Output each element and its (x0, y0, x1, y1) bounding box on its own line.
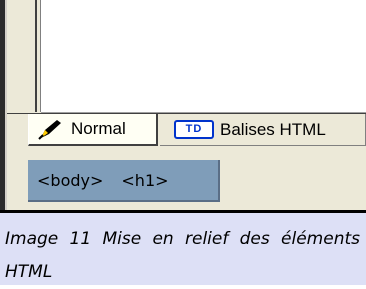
editor-screenshot: Normal TD Balises HTML <body> <h1> (0, 0, 366, 210)
tag-selector-bar: <body> <h1> (28, 160, 220, 202)
tag-h1[interactable]: <h1> (121, 171, 168, 190)
tab-balises-html[interactable]: TD Balises HTML (160, 114, 366, 146)
figure-caption: Image 11 Mise en relief des éléments HTM… (0, 213, 366, 285)
tag-body[interactable]: <body> (37, 171, 103, 190)
editor-gutter (7, 0, 41, 112)
pen-icon (37, 118, 65, 140)
td-tag-icon-text: TD (185, 123, 203, 135)
tab-normal-label: Normal (71, 119, 126, 138)
td-tag-icon: TD (174, 120, 214, 139)
tab-balises-label: Balises HTML (220, 119, 326, 139)
editor-canvas[interactable] (41, 0, 366, 113)
tab-normal[interactable]: Normal (28, 114, 158, 146)
gutter-divider (35, 0, 37, 112)
